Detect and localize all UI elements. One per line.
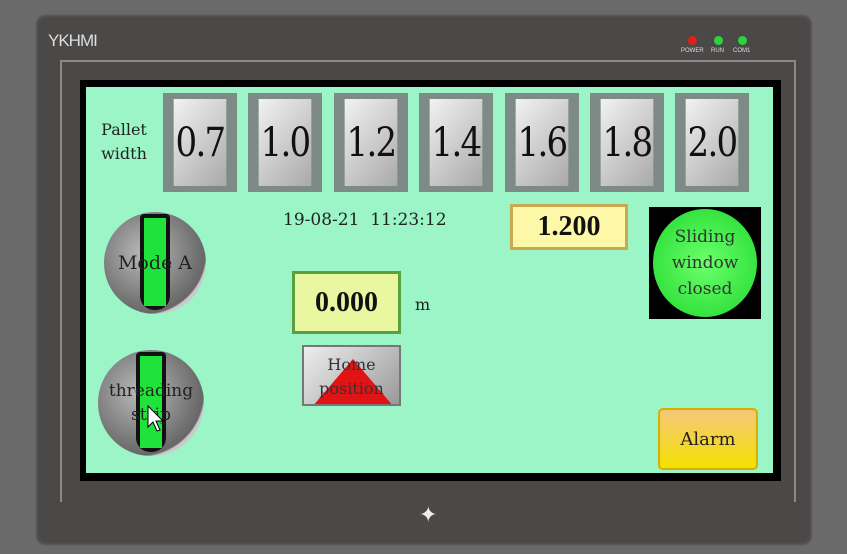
pallet-label-line1: Pallet xyxy=(101,120,147,139)
power-led-label: POWER xyxy=(681,48,704,54)
position-display: 0.000 xyxy=(292,271,401,334)
pallet-width-button-2.0[interactable]: 2.0 xyxy=(675,93,749,192)
switch-handle xyxy=(136,352,166,452)
alarm-button[interactable]: Alarm xyxy=(658,408,758,470)
position-unit: m xyxy=(415,295,431,314)
button-label: 1.4 xyxy=(429,99,483,186)
pallet-width-button-1.4[interactable]: 1.4 xyxy=(419,93,493,192)
button-label: 2.0 xyxy=(685,99,739,186)
button-label: 0.7 xyxy=(173,99,227,186)
window-status-line2: window xyxy=(671,253,739,273)
pallet-width-button-1.0[interactable]: 1.0 xyxy=(248,93,322,192)
com-led-label: COM1 xyxy=(733,48,751,54)
brand-logo: YKHMI xyxy=(48,31,98,50)
home-label-line2: position xyxy=(319,379,384,398)
home-label-line1: Home xyxy=(327,355,376,374)
pallet-width-button-0.7[interactable]: 0.7 xyxy=(163,93,237,192)
datetime-display: 19-08-21 11:23:12 xyxy=(283,210,447,230)
button-label: 1.0 xyxy=(258,99,312,186)
window-status-line3: closed xyxy=(677,279,733,299)
mode-switch-label: Mode A xyxy=(117,252,193,274)
button-label: 1.6 xyxy=(515,99,569,186)
home-key-icon[interactable]: ✦ xyxy=(419,503,437,528)
button-label: 1.2 xyxy=(344,99,398,186)
home-position-button[interactable]: Home position xyxy=(302,345,401,406)
window-status-line1: Sliding xyxy=(674,227,736,247)
mode-selector-switch[interactable]: Mode A xyxy=(104,212,206,314)
threading-strip-switch[interactable]: threading strip xyxy=(98,350,204,456)
pallet-width-button-1.6[interactable]: 1.6 xyxy=(505,93,579,192)
button-label: 1.8 xyxy=(600,99,654,186)
power-led-icon xyxy=(688,36,697,45)
pallet-width-button-1.8[interactable]: 1.8 xyxy=(590,93,664,192)
cursor-arrow-icon xyxy=(147,405,165,432)
run-led-label: RUN xyxy=(711,48,724,54)
window-status-indicator: Sliding window closed xyxy=(649,207,761,319)
pallet-label-line2: width xyxy=(101,144,147,163)
pallet-width-button-1.2[interactable]: 1.2 xyxy=(334,93,408,192)
width-value-display: 1.200 xyxy=(510,204,628,250)
com-led-icon xyxy=(738,36,747,45)
pallet-width-label: Pallet width xyxy=(88,118,160,166)
threading-label-line1: threading xyxy=(108,381,194,401)
run-led-icon xyxy=(714,36,723,45)
